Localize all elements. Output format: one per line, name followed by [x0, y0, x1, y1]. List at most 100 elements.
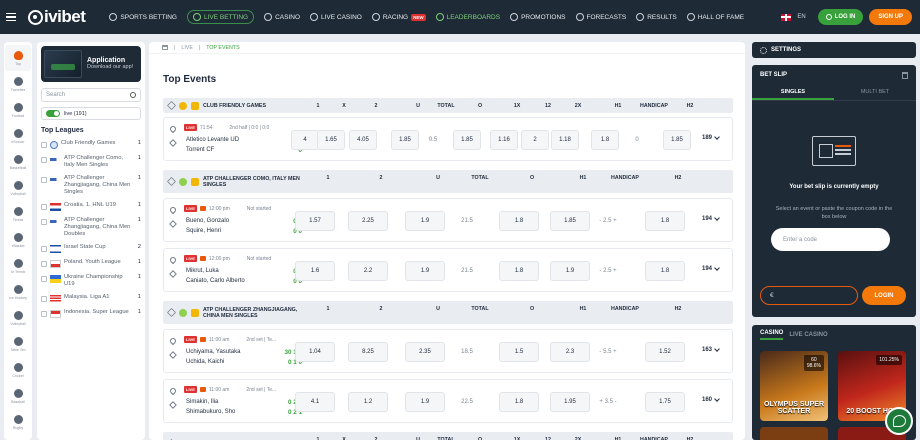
more-markets-button[interactable]: 189: [702, 134, 720, 141]
rail-item-top[interactable]: Top: [5, 45, 31, 71]
odds-button-o[interactable]: 1.8: [499, 261, 539, 281]
league-checkbox[interactable]: [41, 177, 47, 183]
menu-icon[interactable]: [6, 12, 24, 22]
pin-icon[interactable]: [168, 255, 178, 265]
league-item[interactable]: Poland. Youth League 1: [41, 259, 141, 268]
settings-button[interactable]: SETTINGS: [752, 42, 916, 58]
odds-button-2[interactable]: 2.2: [348, 261, 388, 281]
odds-button-2[interactable]: 2.25: [348, 211, 388, 231]
search-input[interactable]: Search: [41, 88, 141, 102]
odds-button-h2[interactable]: 1.52: [645, 342, 685, 362]
tab-casino[interactable]: CASINO: [760, 330, 784, 340]
odds-button-1[interactable]: 4: [291, 130, 319, 150]
rail-item-basketball[interactable]: Basketball: [5, 149, 31, 175]
league-checkbox[interactable]: [41, 311, 47, 317]
league-item[interactable]: Club Friendly Games 1: [41, 140, 141, 149]
tab-multi-bet[interactable]: MULTI BET: [834, 85, 916, 100]
tv-icon[interactable]: [199, 337, 206, 342]
match-row[interactable]: LIVE 12:00 pm Not started Bueno, Gonzalo Squ…: [163, 198, 733, 242]
odds-button-x[interactable]: 1.65: [317, 130, 345, 150]
odds-button-1[interactable]: 1.6: [295, 261, 335, 281]
odds-button-h2[interactable]: 1.8: [645, 211, 685, 231]
uk-flag-icon[interactable]: [781, 13, 792, 21]
more-markets-button[interactable]: 194: [702, 265, 720, 272]
odds-button-2x[interactable]: 1.18: [551, 130, 579, 150]
favorite-star-icon[interactable]: [169, 220, 177, 228]
signup-button[interactable]: SIGN UP: [869, 9, 912, 25]
league-checkbox[interactable]: [41, 261, 47, 267]
login-button[interactable]: LOG IN: [817, 9, 864, 25]
rail-item-volleyball[interactable]: Volleyball: [5, 175, 31, 201]
odds-button-12[interactable]: 2: [521, 130, 549, 150]
nav-item-live-betting[interactable]: LIVE BETTING: [187, 10, 255, 24]
nav-item-leaderboards[interactable]: LEADERBOARDS: [435, 13, 500, 21]
group-header[interactable]: CLUB FRIENDLY GAMES 1 X 2 U TOTAL O 1X 12 2X H1 HAN…: [163, 98, 733, 113]
rail-item-cricket[interactable]: Cricket: [5, 357, 31, 383]
favorite-star-icon[interactable]: [167, 101, 176, 110]
favorite-star-icon[interactable]: [169, 139, 177, 147]
breadcrumb-live[interactable]: LIVE: [181, 45, 192, 51]
pin-icon[interactable]: [168, 124, 178, 134]
league-item[interactable]: Malaysia. Liga A1 1: [41, 294, 141, 303]
odds-button-o[interactable]: 1.5: [499, 342, 539, 362]
match-row[interactable]: LIVE 11:00 am 2nd set | Te... Simakin, Ilia…: [163, 379, 733, 423]
favorite-star-icon[interactable]: [169, 270, 177, 278]
live-toggle[interactable]: live (191): [41, 107, 141, 120]
league-item[interactable]: Ukraine Championship U19 1: [41, 274, 141, 288]
league-item[interactable]: ATP Challenger Zhangjiagang, China Men S…: [41, 175, 141, 196]
nav-item-forecasts[interactable]: FORECASTS: [575, 13, 626, 21]
odds-button-1x[interactable]: 1.16: [490, 130, 518, 150]
league-checkbox[interactable]: [41, 296, 47, 302]
match-row[interactable]: LIVE 71:54 2nd half | 0:0 | 0:0 Atletico Le…: [163, 117, 733, 161]
odds-button-u[interactable]: 1.9: [405, 392, 445, 412]
odds-button-h1[interactable]: 1.95: [550, 392, 590, 412]
odds-button-h2[interactable]: 1.8: [645, 261, 685, 281]
more-markets-button[interactable]: 163: [702, 346, 720, 353]
more-markets-button[interactable]: 194: [702, 215, 720, 222]
nav-item-racing[interactable]: RACING NEW: [371, 13, 426, 21]
odds-button-h1[interactable]: 1.9: [550, 261, 590, 281]
match-row[interactable]: LIVE 11:00 am 2nd set | Te... Uchiyama, Yas…: [163, 329, 733, 373]
rail-item-esoccer[interactable]: eSoccer: [5, 123, 31, 149]
rail-item-ar-tennis[interactable]: Ar Tennis: [5, 253, 31, 279]
logo[interactable]: ivibet: [28, 7, 86, 27]
stake-input[interactable]: €: [760, 286, 858, 305]
language-selector[interactable]: EN: [797, 14, 805, 20]
pin-icon[interactable]: [168, 336, 178, 346]
rail-item-table-ten[interactable]: Table Ten: [5, 331, 31, 357]
tv-icon[interactable]: [199, 256, 206, 261]
favorite-star-icon[interactable]: [167, 308, 176, 317]
odds-button-u[interactable]: 1.85: [391, 130, 419, 150]
odds-button-h2[interactable]: 1.75: [645, 392, 685, 412]
tv-icon[interactable]: [199, 206, 206, 211]
rail-item-ice-hockey[interactable]: Ice Hockey: [5, 279, 31, 305]
odds-button-1[interactable]: 4.1: [295, 392, 335, 412]
tab-live-casino[interactable]: LIVE CASINO: [789, 332, 827, 338]
tv-icon[interactable]: [199, 387, 206, 392]
tab-singles[interactable]: SINGLES: [752, 85, 834, 100]
league-checkbox[interactable]: [41, 157, 47, 163]
nav-item-sports-betting[interactable]: SPORTS BETTING: [109, 13, 177, 21]
league-checkbox[interactable]: [41, 204, 47, 210]
bet-slip-login-button[interactable]: LOGIN: [862, 286, 906, 305]
league-checkbox[interactable]: [41, 276, 47, 282]
odds-button-u[interactable]: 1.9: [405, 261, 445, 281]
odds-button-o[interactable]: 1.8: [499, 392, 539, 412]
rail-item-ebasket[interactable]: eBasket: [5, 227, 31, 253]
toggle-switch[interactable]: [46, 110, 60, 117]
league-item[interactable]: ATP Challenger Zhangjiagang, China Men D…: [41, 217, 141, 238]
odds-button-1[interactable]: 1.57: [295, 211, 335, 231]
odds-button-o[interactable]: 1.8: [499, 211, 539, 231]
odds-button-h1[interactable]: 1.85: [550, 211, 590, 231]
odds-button-2[interactable]: 1.2: [348, 392, 388, 412]
league-checkbox[interactable]: [41, 246, 47, 252]
rail-item-volleyball[interactable]: Volleyball: [5, 305, 31, 331]
casino-game-tile[interactable]: [760, 427, 828, 440]
league-checkbox[interactable]: [41, 142, 47, 148]
league-item[interactable]: Israel State Cup 2: [41, 244, 141, 253]
rail-item-football[interactable]: Football: [5, 97, 31, 123]
league-checkbox[interactable]: [41, 219, 47, 225]
nav-item-hall-of-fame[interactable]: HALL OF FAME: [686, 13, 744, 21]
match-row[interactable]: LIVE 12:00 pm Not started Mikrut, Luka Cania…: [163, 248, 733, 292]
odds-button-u[interactable]: 2.35: [405, 342, 445, 362]
